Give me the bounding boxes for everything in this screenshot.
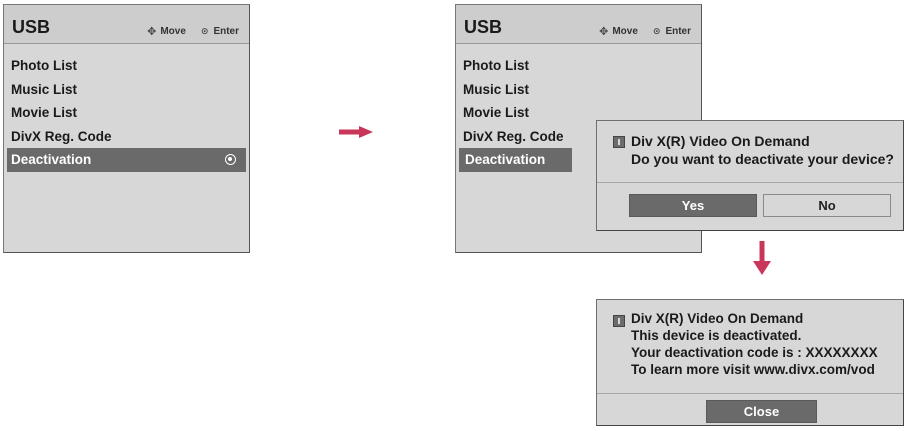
menu-item-label: Deactivation	[11, 152, 92, 167]
learn-more-line: To learn more visit www.divx.com/vod	[631, 362, 875, 377]
menu-title: USB	[12, 17, 51, 37]
dialog-body: Div X(R) Video On Demand This device is …	[597, 300, 903, 378]
move-arrows-icon: ✥	[147, 26, 157, 38]
move-hint-label: Move	[612, 26, 638, 37]
flow-arrow-down-icon	[753, 241, 771, 275]
dialog-body: Div X(R) Video On Demand Do you want to …	[597, 121, 903, 168]
deactivation-code-line: Your deactivation code is : XXXXXXXX	[631, 345, 878, 360]
menu-item-photo-list[interactable]: Photo List	[456, 54, 701, 78]
dialog-title: Div X(R) Video On Demand	[631, 311, 804, 326]
enter-circle-icon: ⊙	[652, 26, 661, 36]
dialog-title: Div X(R) Video On Demand	[631, 133, 810, 149]
dialog-message-line: This device is deactivated.	[631, 328, 802, 343]
menu-item-deactivation[interactable]: Deactivation	[459, 148, 572, 172]
yes-button[interactable]: Yes	[629, 194, 757, 217]
usb-menu-panel: USB ✥ Move ⊙ Enter Photo List Music List…	[3, 4, 250, 253]
move-hint-label: Move	[160, 26, 186, 37]
dialog-divider	[597, 182, 903, 183]
navigation-hints: ✥ Move ⊙ Enter	[147, 25, 239, 38]
flow-arrow-right-icon	[339, 126, 373, 138]
menu-item-movie-list[interactable]: Movie List	[4, 101, 249, 125]
menu-item-photo-list[interactable]: Photo List	[4, 54, 249, 78]
dialog-message: Do you want to deactivate your device?	[631, 151, 894, 167]
enter-hint-label: Enter	[665, 26, 691, 37]
close-button[interactable]: Close	[706, 400, 817, 423]
enter-hint-label: Enter	[213, 26, 239, 37]
no-button[interactable]: No	[763, 194, 891, 217]
dialog-divider	[597, 393, 903, 394]
deactivated-result-dialog: Div X(R) Video On Demand This device is …	[596, 299, 904, 426]
menu-item-divx-reg-code[interactable]: DivX Reg. Code	[4, 125, 249, 149]
menu-item-music-list[interactable]: Music List	[4, 78, 249, 102]
menu-title: USB	[464, 17, 503, 37]
navigation-hints: ✥ Move ⊙ Enter	[599, 25, 691, 38]
enter-circle-icon: ⊙	[200, 26, 209, 36]
menu-item-deactivation[interactable]: Deactivation	[7, 148, 246, 172]
selected-radio-icon	[225, 154, 236, 165]
deactivate-confirm-dialog: Div X(R) Video On Demand Do you want to …	[596, 120, 904, 231]
menu-list: Photo List Music List Movie List DivX Re…	[4, 54, 249, 172]
menu-header: USB ✥ Move ⊙ Enter	[456, 5, 701, 44]
move-arrows-icon: ✥	[599, 26, 609, 38]
menu-header: USB ✥ Move ⊙ Enter	[4, 5, 249, 44]
menu-item-music-list[interactable]: Music List	[456, 78, 701, 102]
